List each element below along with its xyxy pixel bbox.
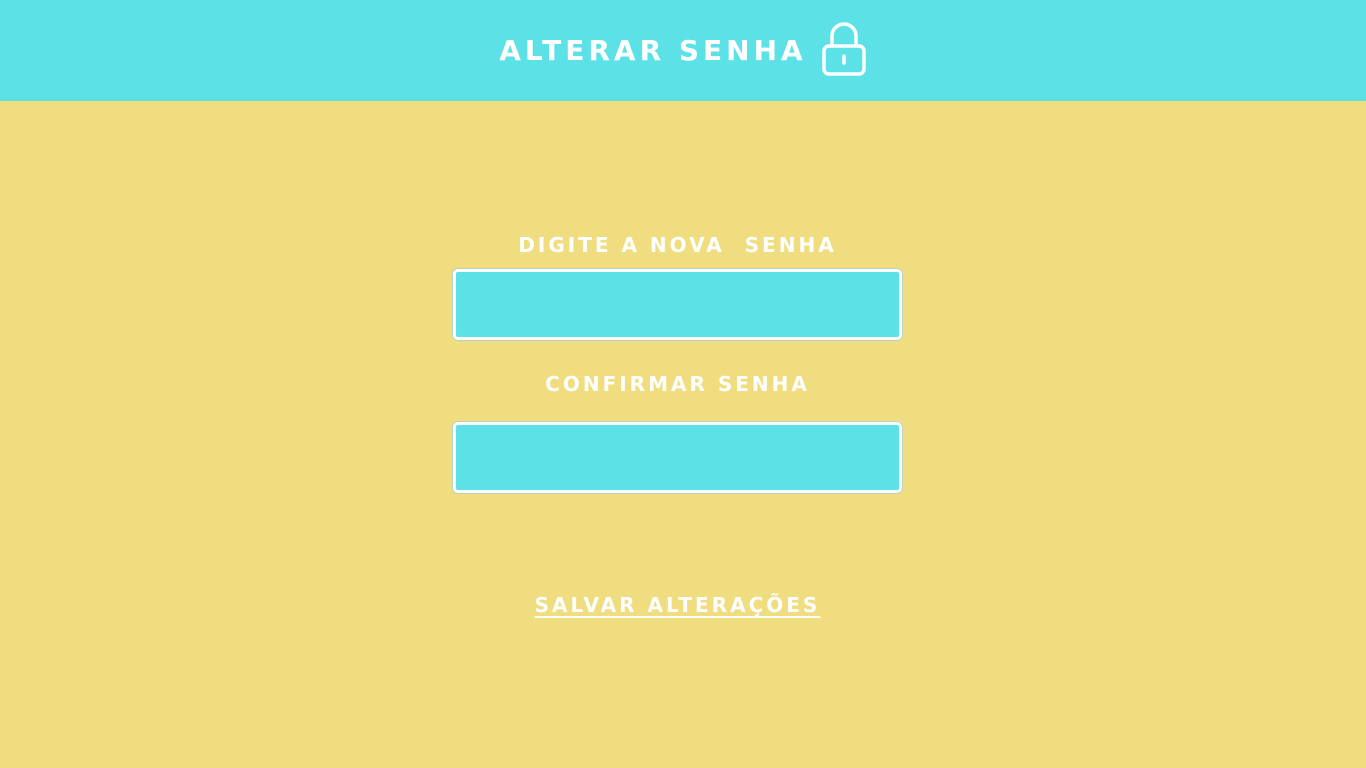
confirm-password-label: CONFIRMAR SENHA <box>545 372 810 396</box>
save-changes-link[interactable]: SALVAR ALTERAÇÕES <box>453 594 902 616</box>
new-password-input[interactable] <box>453 269 902 340</box>
confirm-password-input[interactable] <box>453 422 902 493</box>
new-password-label: DIGITE A NOVA SENHA <box>518 233 837 257</box>
change-password-form: DIGITE A NOVA SENHA CONFIRMAR SENHA SALV… <box>0 0 1366 768</box>
